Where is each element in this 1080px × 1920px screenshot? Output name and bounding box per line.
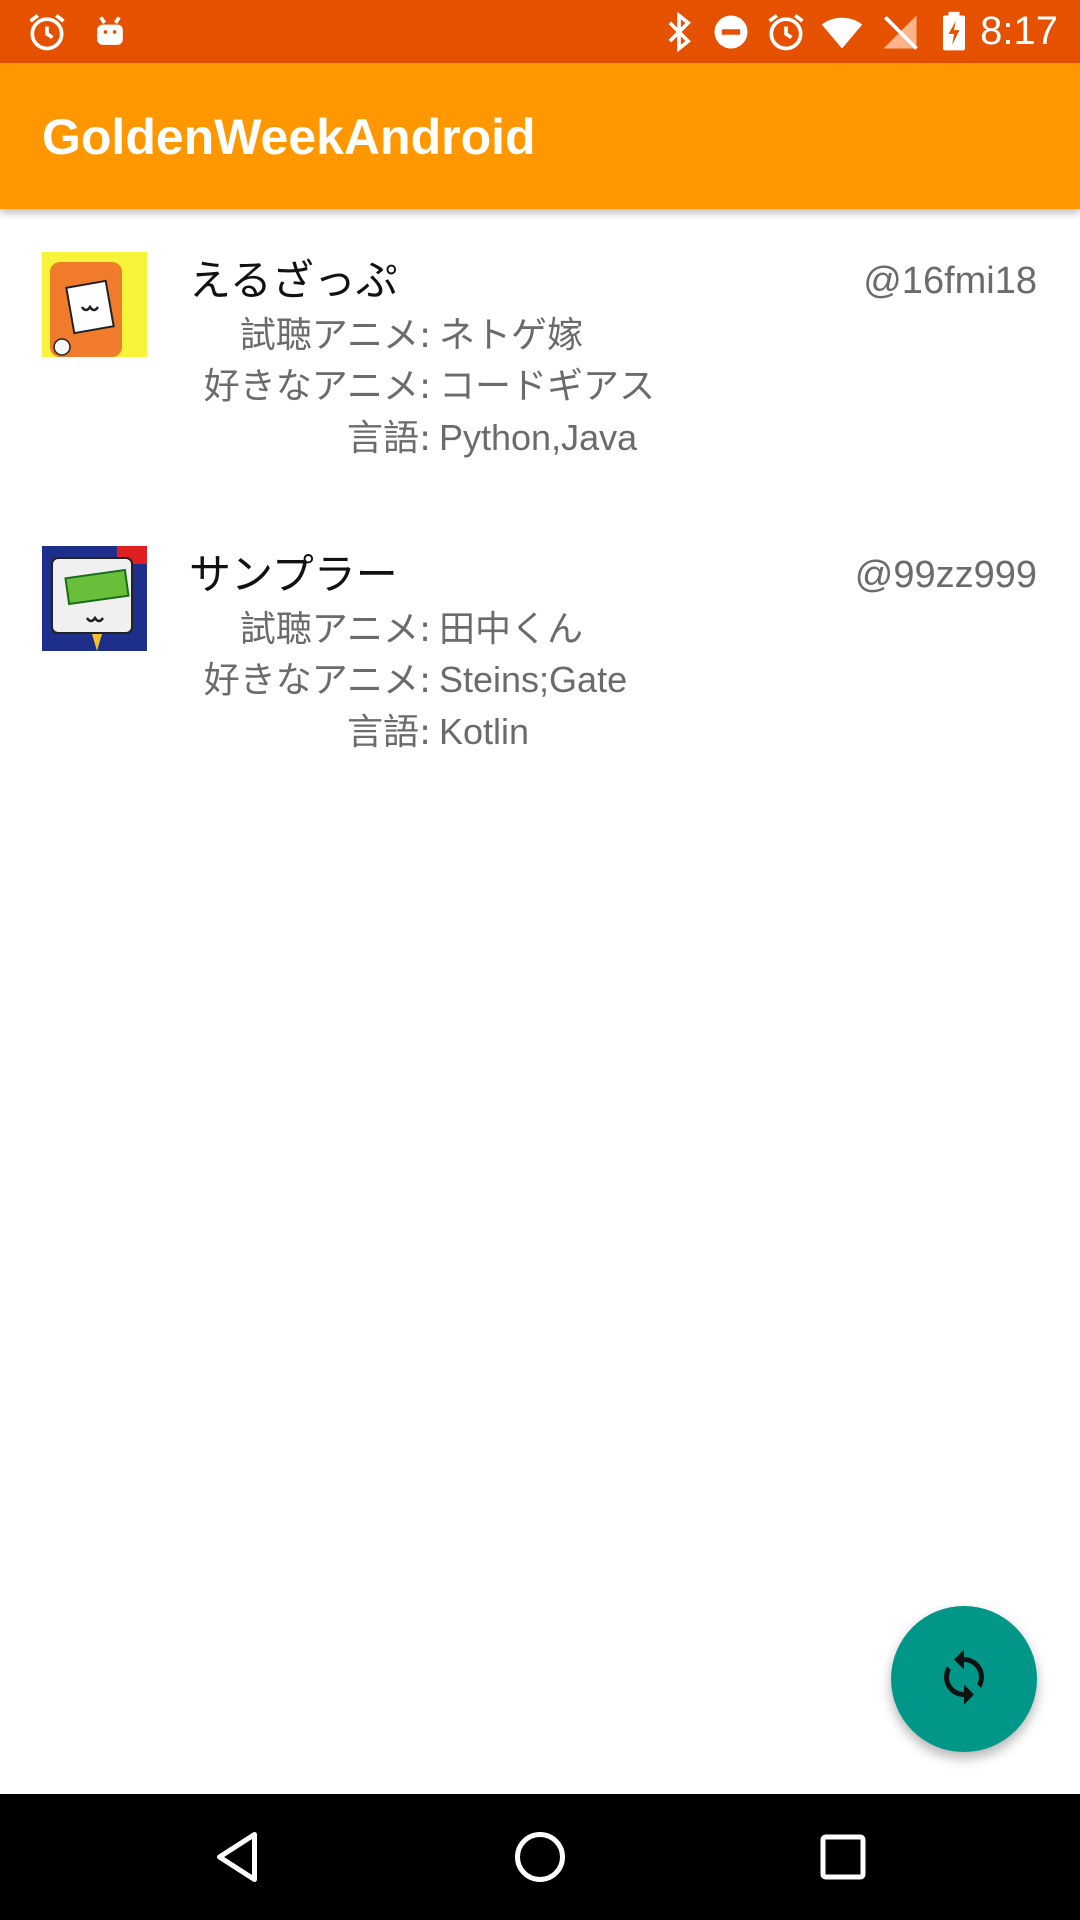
navigation-bar: [0, 1794, 1080, 1920]
battery-charging-icon: [932, 10, 976, 54]
recents-icon[interactable]: [813, 1827, 873, 1887]
user-name: えるざっぷ: [189, 256, 398, 305]
wifi-icon: [820, 10, 864, 54]
language-value: Python,Java: [439, 417, 638, 458]
watching-value: ネトゲ嫁: [439, 314, 584, 355]
watching-label: 試聴アニメ: [239, 315, 419, 356]
do-not-disturb-icon: [709, 10, 753, 54]
refresh-icon: [934, 1647, 994, 1711]
user-list: えるざっぷ @16fmi18 試聴アニメ: ネトゲ嫁 好きなアニメ: コードギアス …: [0, 209, 1080, 797]
status-time: 8:17: [980, 9, 1058, 53]
user-name: サンプラー: [189, 550, 398, 599]
separator: :: [419, 712, 432, 753]
user-handle: @16fmi18: [863, 260, 1037, 302]
refresh-button[interactable]: [891, 1606, 1037, 1752]
back-icon[interactable]: [207, 1827, 267, 1887]
favorite-label: 好きなアニメ: [203, 660, 419, 701]
app-title: GoldenWeekAndroid: [42, 109, 536, 165]
watching-value: 田中くん: [439, 608, 584, 649]
favorite-row: 好きなアニメ: コードギアス: [189, 360, 989, 412]
list-item[interactable]: えるざっぷ @16fmi18 試聴アニメ: ネトゲ嫁 好きなアニメ: コードギアス …: [0, 209, 1080, 503]
favorite-label: 好きなアニメ: [203, 366, 419, 407]
list-item[interactable]: サンプラー @99zz999 試聴アニメ: 田中くん 好きなアニメ: Steins;…: [0, 503, 1080, 797]
separator: :: [419, 660, 432, 701]
android-debug-icon: [88, 10, 132, 54]
avatar: [42, 546, 147, 651]
alarm-icon: [764, 10, 808, 54]
watching-row: 試聴アニメ: 田中くん: [189, 603, 989, 655]
bluetooth-icon: [657, 10, 701, 54]
app-bar: GoldenWeekAndroid: [0, 63, 1080, 209]
favorite-row: 好きなアニメ: Steins;Gate: [189, 654, 989, 706]
separator: :: [419, 418, 432, 459]
separator: :: [419, 609, 432, 650]
separator: :: [419, 366, 432, 407]
user-handle: @99zz999: [854, 554, 1037, 596]
favorite-value: コードギアス: [439, 365, 656, 406]
no-signal-icon: [878, 10, 922, 54]
alarm-icon: [25, 10, 69, 54]
separator: :: [419, 315, 432, 356]
language-label: 言語: [346, 712, 419, 753]
watching-row: 試聴アニメ: ネトゲ嫁: [189, 309, 989, 361]
home-icon[interactable]: [510, 1827, 570, 1887]
watching-label: 試聴アニメ: [239, 609, 419, 650]
favorite-value: Steins;Gate: [439, 659, 628, 700]
language-value: Kotlin: [439, 711, 530, 752]
avatar: [42, 252, 147, 357]
language-label: 言語: [346, 418, 419, 459]
language-row: 言語: Kotlin: [189, 706, 989, 758]
language-row: 言語: Python,Java: [189, 412, 989, 464]
status-bar: 8:17: [0, 0, 1080, 63]
